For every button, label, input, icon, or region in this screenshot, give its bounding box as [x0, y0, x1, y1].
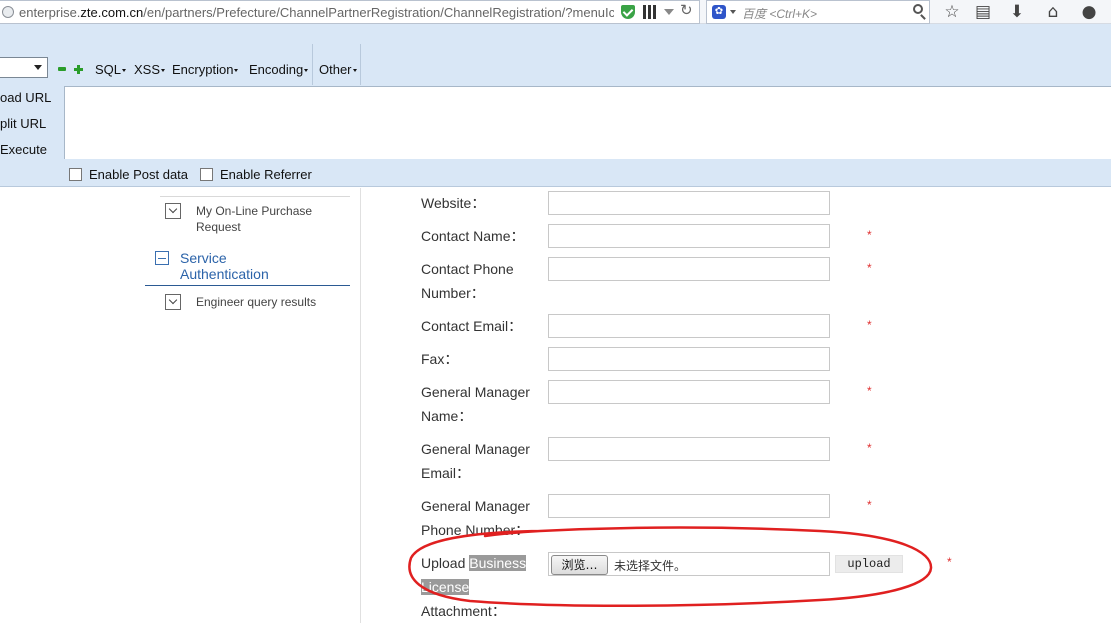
enable-post-checkbox[interactable]: Enable Post data — [69, 167, 188, 182]
fax-label: Fax： — [421, 351, 459, 367]
fax-input[interactable] — [548, 347, 830, 371]
contact-name-label: Contact Name： — [421, 228, 525, 244]
sidebar-item-engineer-query[interactable]: Engineer query results — [165, 294, 346, 310]
sidebar-item-label: My On-Line Purchase Request — [196, 204, 313, 234]
collapse-icon[interactable] — [155, 251, 169, 265]
contact-email-label: Contact Email： — [421, 318, 523, 334]
website-label: Website： — [421, 195, 486, 211]
browser-toolbar: enterprise.zte.com.cn/en/partners/Prefec… — [0, 0, 1111, 24]
required-mark: * — [867, 441, 872, 455]
business-license-label: Upload Business License Attachment： — [421, 555, 527, 619]
contact-phone-label: Contact Phone Number： — [421, 261, 514, 301]
menu-xss[interactable]: XSS — [134, 62, 166, 77]
gm-name-label: General Manager Name： — [421, 384, 530, 424]
enable-post-label: Enable Post data — [89, 167, 189, 182]
chat-icon[interactable]: ● — [1079, 2, 1099, 22]
load-url-button[interactable]: oad URL — [0, 90, 51, 105]
address-bar[interactable]: enterprise.zte.com.cn/en/partners/Prefec… — [0, 0, 700, 24]
page-content: My On-Line Purchase Request Service Auth… — [0, 188, 1111, 623]
hackbar-panel: SQL XSS Encryption Encoding Other oad UR… — [0, 24, 1111, 187]
no-file-selected-text: 未选择文件。 — [614, 559, 687, 573]
menu-separator — [312, 44, 313, 85]
baidu-paw-icon[interactable]: ✿ — [712, 5, 726, 19]
search-bar[interactable]: ✿ 百度 <Ctrl+K> — [706, 0, 930, 24]
sidebar-item-purchase-request[interactable]: My On-Line Purchase Request — [165, 203, 326, 235]
chevron-down-icon — [165, 203, 181, 219]
gm-email-input[interactable] — [548, 437, 830, 461]
gm-phone-label: General Manager Phone Number： — [421, 498, 530, 538]
qr-code-icon[interactable] — [643, 5, 657, 19]
menu-separator — [360, 44, 361, 85]
split-url-button[interactable]: plit URL — [0, 116, 46, 131]
contact-email-input[interactable] — [548, 314, 830, 338]
divider — [160, 196, 350, 197]
required-mark: * — [867, 318, 872, 332]
gm-name-input[interactable] — [548, 380, 830, 404]
contact-phone-input[interactable] — [548, 257, 830, 281]
execute-button[interactable]: Execute — [0, 142, 47, 157]
required-mark: * — [867, 261, 872, 275]
download-icon[interactable]: ⬇ — [1007, 2, 1027, 22]
required-mark: * — [867, 384, 872, 398]
browse-button[interactable]: 浏览… — [551, 555, 608, 575]
decrease-icon[interactable] — [58, 67, 66, 71]
search-icon[interactable] — [913, 4, 923, 14]
section-underline — [145, 285, 350, 286]
sidebar-section-service-authentication[interactable]: Service Authentication — [155, 250, 300, 282]
menu-encoding[interactable]: Encoding — [249, 62, 309, 77]
reload-icon[interactable]: ↻ — [680, 3, 694, 18]
contact-name-input[interactable] — [548, 224, 830, 248]
required-mark: * — [947, 555, 952, 569]
menu-sql[interactable]: SQL — [95, 62, 127, 77]
sidebar-item-label: Engineer query results — [196, 295, 317, 309]
website-input[interactable] — [548, 191, 830, 215]
divider — [360, 188, 361, 623]
hackbar-url-textarea[interactable] — [64, 86, 1111, 159]
chevron-down-icon — [165, 294, 181, 310]
home-icon[interactable]: ⌂ — [1043, 2, 1063, 22]
enable-referrer-label: Enable Referrer — [220, 167, 312, 182]
menu-other[interactable]: Other — [319, 62, 357, 77]
increase-icon[interactable] — [74, 65, 83, 74]
sidebar-section-label: Service Authentication — [180, 250, 269, 282]
bookmark-star-icon[interactable]: ☆ — [942, 2, 962, 22]
globe-icon — [2, 6, 14, 18]
checkbox-box[interactable] — [69, 168, 82, 181]
search-engine-dropdown-icon[interactable] — [730, 10, 736, 14]
gm-phone-input[interactable] — [548, 494, 830, 518]
hackbar-select[interactable] — [0, 57, 48, 78]
checkbox-box[interactable] — [200, 168, 213, 181]
gm-email-label: General Manager Email： — [421, 441, 530, 481]
required-mark: * — [867, 228, 872, 242]
enable-referrer-checkbox[interactable]: Enable Referrer — [200, 167, 312, 182]
required-mark: * — [867, 498, 872, 512]
url-text[interactable]: enterprise.zte.com.cn/en/partners/Prefec… — [19, 5, 614, 20]
reading-list-icon[interactable]: ▤ — [973, 2, 993, 22]
search-placeholder: 百度 <Ctrl+K> — [742, 7, 818, 21]
shield-check-icon[interactable] — [621, 5, 635, 19]
dropdown-icon[interactable] — [664, 9, 674, 15]
business-license-file-input[interactable]: 浏览… 未选择文件。 — [548, 552, 830, 576]
upload-button[interactable]: upload — [835, 555, 903, 573]
menu-encryption[interactable]: Encryption — [172, 62, 239, 77]
